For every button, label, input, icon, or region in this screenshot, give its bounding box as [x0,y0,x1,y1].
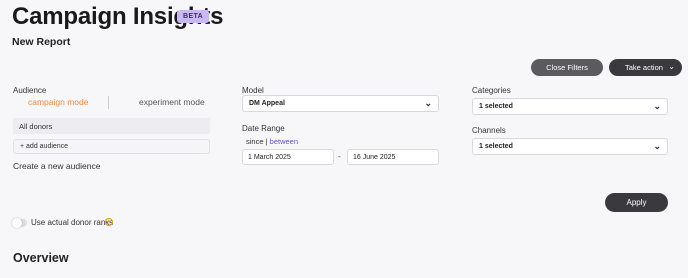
categories-select-value: 1 selected [479,103,513,110]
take-action-label: Take action [625,63,663,72]
model-select[interactable]: DM Appeal ⌄ [242,95,439,112]
date-mode-separator: | [265,137,268,146]
report-title: New Report [12,36,71,48]
categories-label: Categories [472,86,511,95]
donor-ranks-toggle[interactable] [12,218,27,228]
model-select-value: DM Appeal [249,100,285,107]
categories-select[interactable]: 1 selected ⌄ [472,98,668,115]
date-range-label: Date Range [242,124,285,133]
chevron-down-icon: ⌄ [668,62,675,71]
start-date-input[interactable]: 1 March 2025 [242,149,334,165]
take-action-button[interactable]: Take action ⌄ [609,59,682,76]
channels-label: Channels [472,126,506,135]
chevron-down-icon: ⌄ [653,141,661,151]
model-label: Model [242,86,264,95]
add-audience-button[interactable]: + add audience [13,139,210,154]
beta-badge: BETA [177,10,210,23]
mode-divider [108,96,109,109]
apply-button[interactable]: Apply [605,193,668,212]
channels-select[interactable]: 1 selected ⌄ [472,138,668,155]
channels-select-value: 1 selected [479,143,513,150]
create-audience-link[interactable]: Create a new audience [13,161,100,171]
audience-item-all-donors[interactable]: All donors [13,118,210,134]
overview-heading: Overview [13,251,69,265]
toggle-knob [12,218,22,228]
close-filters-button[interactable]: Close Filters [531,59,603,76]
audience-label: Audience [13,86,47,95]
info-icon[interactable]: i [105,218,113,226]
tab-experiment-mode[interactable]: experiment mode [139,97,205,107]
tab-campaign-mode[interactable]: campaign mode [28,97,88,107]
between-option[interactable]: between [270,137,298,146]
since-option[interactable]: since [246,137,264,146]
date-mode-toggle: since | between [246,137,298,146]
chevron-down-icon: ⌄ [424,98,432,108]
date-dash: - [338,152,341,161]
chevron-down-icon: ⌄ [653,101,661,111]
donor-ranks-label: Use actual donor ranks [31,218,114,227]
end-date-input[interactable]: 16 June 2025 [347,149,439,165]
